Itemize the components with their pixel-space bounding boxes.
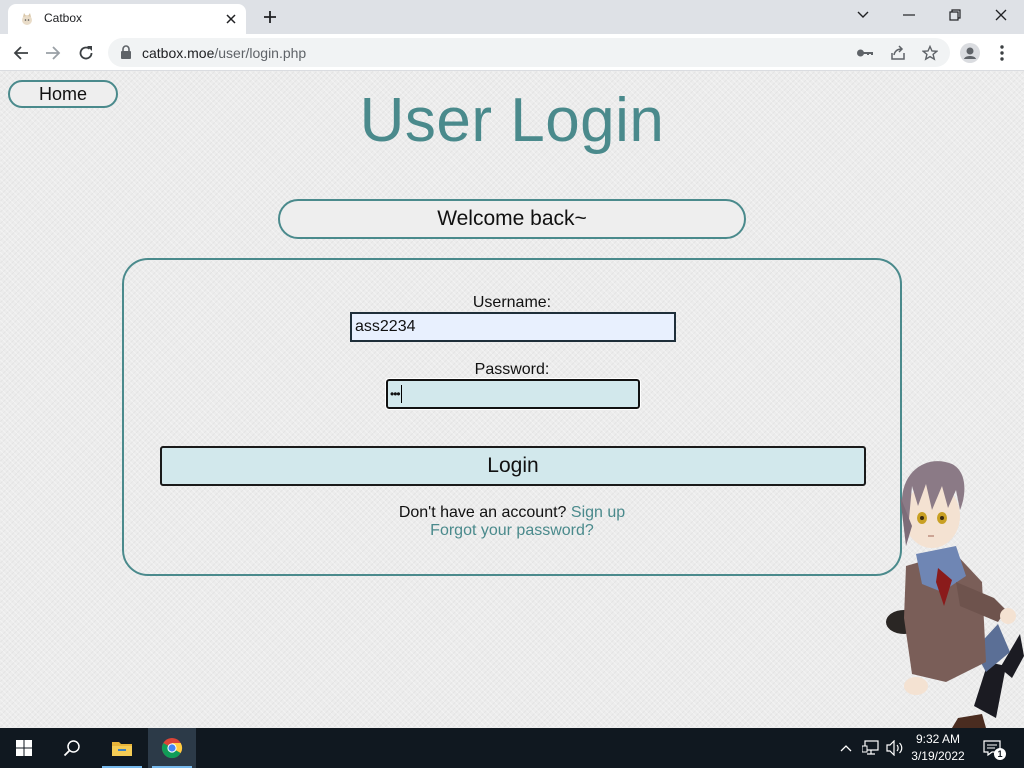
mascot-image bbox=[886, 461, 1024, 728]
login-button[interactable]: Login bbox=[160, 446, 866, 486]
signup-link[interactable]: Sign up bbox=[571, 504, 625, 521]
system-clock[interactable]: 9:32 AM 3/19/2022 bbox=[904, 731, 972, 765]
password-input[interactable]: ••• bbox=[385, 378, 641, 410]
password-label: Password: bbox=[474, 361, 550, 378]
profile-icon[interactable] bbox=[958, 41, 982, 65]
password-mask: ••• bbox=[390, 387, 401, 401]
clock-time: 9:32 AM bbox=[915, 732, 961, 746]
search-icon[interactable] bbox=[48, 728, 96, 768]
forgot-password-link[interactable]: Forgot your password? bbox=[430, 522, 594, 539]
volume-icon[interactable] bbox=[885, 738, 905, 758]
chrome-icon[interactable] bbox=[148, 728, 196, 768]
browser-tab[interactable]: Catbox bbox=[8, 4, 246, 34]
address-bar[interactable]: catbox.moe/user/login.php bbox=[108, 38, 950, 67]
username-input[interactable]: ass2234 bbox=[350, 312, 676, 342]
login-form: Username: ass2234 Password: ••• Login Do… bbox=[122, 258, 902, 576]
restore-icon[interactable] bbox=[942, 4, 968, 26]
page-content: Home User Login Welcome back~ Username: … bbox=[0, 71, 1024, 728]
share-icon[interactable] bbox=[888, 43, 908, 63]
browser-toolbar: catbox.moe/user/login.php bbox=[0, 34, 1024, 71]
windows-taskbar: 9:32 AM 3/19/2022 1 bbox=[0, 728, 1024, 768]
url-path: /user/login.php bbox=[214, 45, 307, 61]
close-window-icon[interactable] bbox=[988, 4, 1014, 26]
forgot-line: Forgot your password? bbox=[124, 522, 900, 540]
welcome-banner: Welcome back~ bbox=[278, 199, 746, 239]
menu-icon[interactable] bbox=[990, 41, 1014, 65]
username-label: Username: bbox=[472, 294, 552, 311]
network-icon[interactable] bbox=[861, 738, 881, 758]
chevron-up-icon[interactable] bbox=[836, 738, 856, 758]
lock-icon[interactable] bbox=[120, 45, 132, 64]
catbox-favicon-icon bbox=[20, 12, 34, 26]
star-icon[interactable] bbox=[920, 43, 940, 63]
url-text: catbox.moe/user/login.php bbox=[142, 45, 306, 61]
file-explorer-icon[interactable] bbox=[98, 728, 146, 768]
windows-start-icon[interactable] bbox=[0, 728, 48, 768]
tab-search-chevron-icon[interactable] bbox=[850, 4, 876, 26]
reload-icon[interactable] bbox=[74, 41, 98, 65]
notification-count-badge: 1 bbox=[994, 748, 1006, 760]
tab-strip: Catbox bbox=[0, 0, 1024, 34]
back-icon[interactable] bbox=[9, 41, 33, 65]
forward-icon[interactable] bbox=[41, 41, 65, 65]
tab-title: Catbox bbox=[44, 11, 83, 25]
minimize-icon[interactable] bbox=[896, 4, 922, 26]
page-title: User Login bbox=[359, 86, 665, 155]
text-caret bbox=[400, 385, 402, 403]
signup-prompt: Don't have an account? bbox=[398, 504, 567, 521]
clock-date: 3/19/2022 bbox=[911, 749, 965, 763]
new-tab-icon[interactable] bbox=[260, 7, 280, 27]
url-host: catbox.moe bbox=[142, 45, 215, 61]
key-icon[interactable] bbox=[855, 43, 875, 63]
close-tab-icon[interactable] bbox=[222, 10, 240, 28]
signup-line: Don't have an account? Sign up bbox=[124, 504, 900, 522]
